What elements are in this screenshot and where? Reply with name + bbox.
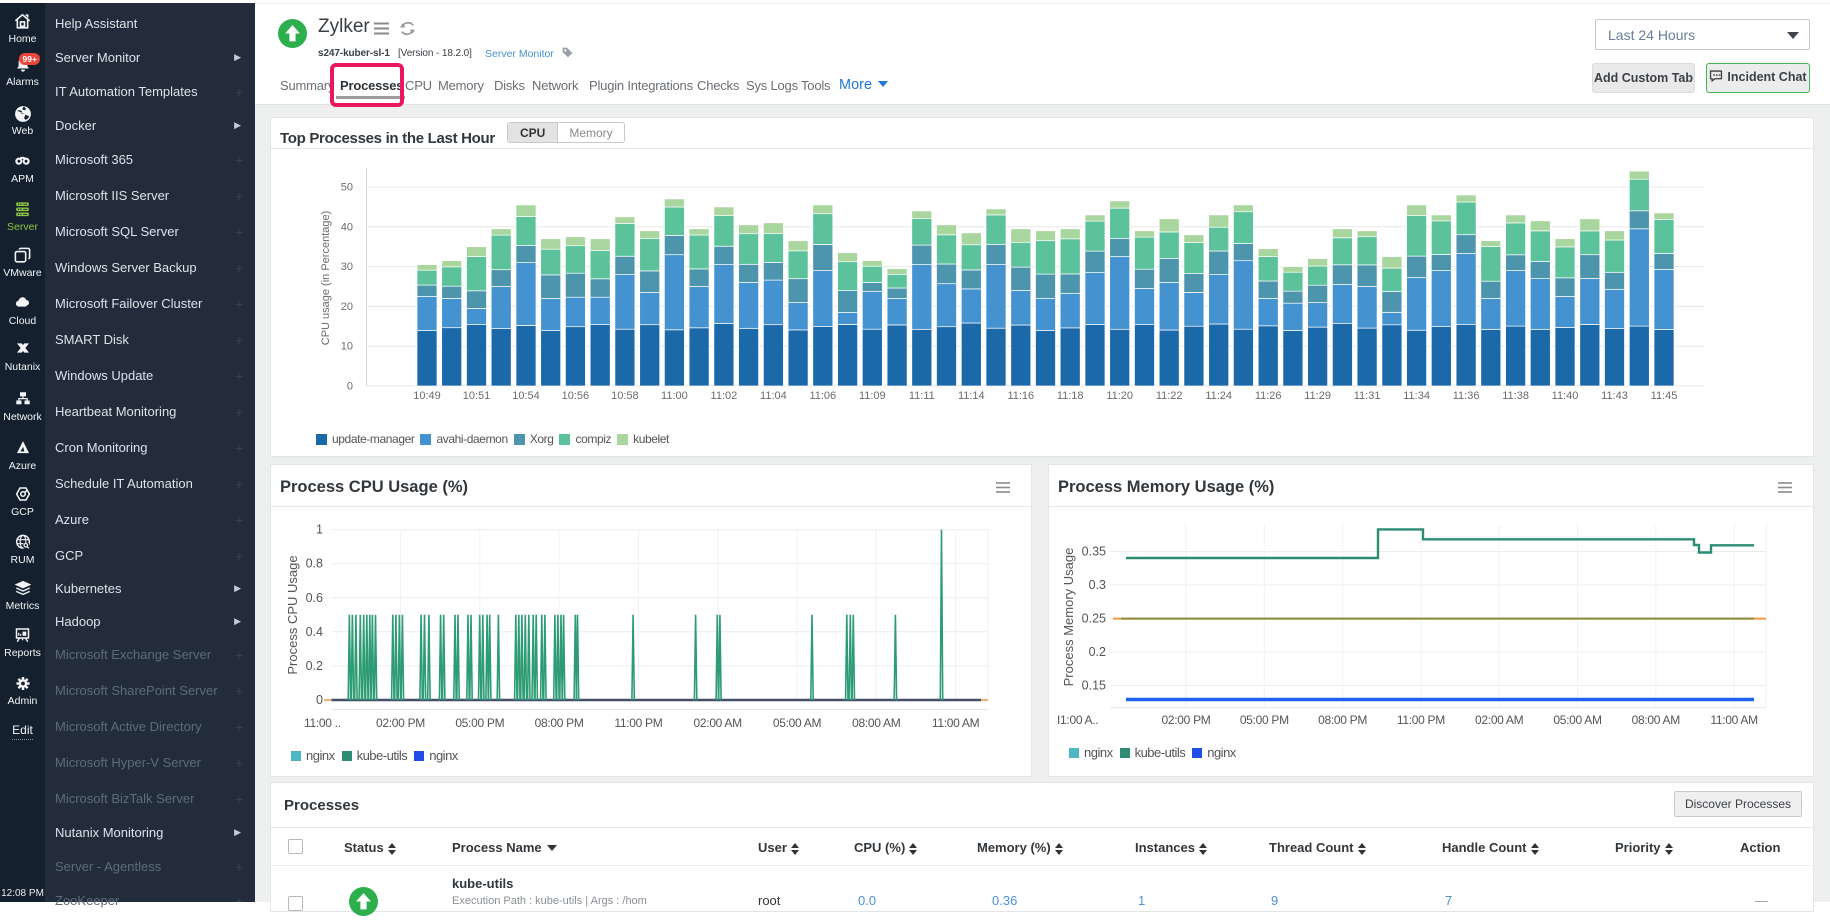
svg-text:10:49: 10:49 <box>413 390 441 402</box>
svg-text:11:00 PM: 11:00 PM <box>614 716 662 730</box>
svg-text:11:06: 11:06 <box>809 390 836 402</box>
svg-text:11:00 ..: 11:00 .. <box>304 716 341 730</box>
svg-text:0.15: 0.15 <box>1082 679 1106 693</box>
svg-text:I1:00 A..: I1:00 A.. <box>1057 713 1098 727</box>
svg-text:30: 30 <box>341 261 353 273</box>
svg-text:11:02: 11:02 <box>711 390 738 402</box>
svg-text:0.2: 0.2 <box>1089 645 1106 659</box>
svg-text:11:22: 11:22 <box>1156 390 1183 402</box>
svg-text:11:20: 11:20 <box>1106 390 1133 402</box>
svg-text:11:43: 11:43 <box>1601 390 1628 402</box>
svg-text:11:40: 11:40 <box>1552 390 1579 402</box>
svg-text:02:00 PM: 02:00 PM <box>376 716 425 730</box>
svg-text:20: 20 <box>341 301 353 313</box>
svg-text:11:04: 11:04 <box>760 390 787 402</box>
svg-text:11:45: 11:45 <box>1651 390 1678 402</box>
svg-text:0.25: 0.25 <box>1082 612 1106 626</box>
svg-text:0: 0 <box>316 693 323 707</box>
svg-text:11:09: 11:09 <box>859 390 886 402</box>
svg-text:08:00 PM: 08:00 PM <box>535 716 584 730</box>
svg-text:1: 1 <box>316 523 323 537</box>
svg-text:11:31: 11:31 <box>1354 390 1381 402</box>
svg-text:0.3: 0.3 <box>1089 578 1106 592</box>
svg-text:11:26: 11:26 <box>1255 390 1282 402</box>
svg-text:11:00 PM: 11:00 PM <box>1397 713 1445 727</box>
svg-text:02:00 PM: 02:00 PM <box>1162 713 1211 727</box>
svg-text:0.35: 0.35 <box>1082 545 1106 559</box>
svg-text:0: 0 <box>347 381 353 393</box>
svg-text:11:38: 11:38 <box>1502 390 1529 402</box>
svg-text:11:29: 11:29 <box>1304 390 1331 402</box>
svg-text:05:00 AM: 05:00 AM <box>773 716 822 730</box>
svg-text:11:16: 11:16 <box>1007 390 1034 402</box>
svg-text:11:00 AM: 11:00 AM <box>932 716 980 730</box>
svg-text:11:18: 11:18 <box>1057 390 1084 402</box>
svg-text:50: 50 <box>341 182 353 194</box>
svg-text:0.6: 0.6 <box>306 591 323 605</box>
svg-text:02:00 AM: 02:00 AM <box>694 716 743 730</box>
svg-text:08:00 PM: 08:00 PM <box>1318 713 1367 727</box>
svg-text:11:00: 11:00 <box>661 390 688 402</box>
svg-text:08:00 AM: 08:00 AM <box>852 716 901 730</box>
svg-text:10:58: 10:58 <box>611 390 639 402</box>
svg-text:11:00 AM: 11:00 AM <box>1710 713 1758 727</box>
svg-text:10: 10 <box>341 341 353 353</box>
svg-text:10:51: 10:51 <box>463 390 491 402</box>
svg-text:Process Memory Usage: Process Memory Usage <box>1061 548 1076 687</box>
svg-text:0.2: 0.2 <box>306 659 323 673</box>
svg-text:05:00 AM: 05:00 AM <box>1553 713 1602 727</box>
svg-text:05:00 PM: 05:00 PM <box>1240 713 1289 727</box>
svg-text:11:34: 11:34 <box>1403 390 1430 402</box>
svg-text:10:56: 10:56 <box>562 390 590 402</box>
svg-text:0.8: 0.8 <box>306 557 323 571</box>
svg-text:CPU usage (in Percentage): CPU usage (in Percentage) <box>320 211 332 346</box>
svg-text:11:14: 11:14 <box>958 390 985 402</box>
svg-text:11:36: 11:36 <box>1453 390 1480 402</box>
svg-text:02:00 AM: 02:00 AM <box>1475 713 1524 727</box>
svg-text:10:54: 10:54 <box>512 390 540 402</box>
svg-text:11:24: 11:24 <box>1205 390 1232 402</box>
svg-text:11:11: 11:11 <box>909 390 935 402</box>
svg-text:40: 40 <box>341 221 353 233</box>
svg-text:Process CPU Usage: Process CPU Usage <box>285 555 300 674</box>
svg-text:0.4: 0.4 <box>306 625 323 639</box>
svg-text:08:00 AM: 08:00 AM <box>1632 713 1681 727</box>
svg-text:05:00 PM: 05:00 PM <box>455 716 504 730</box>
